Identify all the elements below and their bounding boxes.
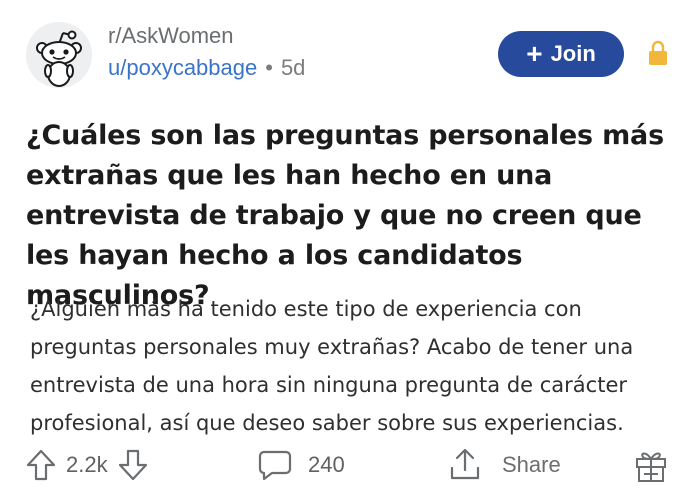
username-link[interactable]: u/poxycabbage [108, 54, 257, 82]
post-age: 5d [280, 55, 306, 80]
share-button[interactable]: Share [448, 440, 561, 490]
post-meta: r/AskWomen u/poxycabbage • 5d [108, 22, 305, 82]
share-icon [448, 448, 482, 482]
subreddit-avatar[interactable] [26, 22, 92, 88]
subreddit-link[interactable]: r/AskWomen [108, 22, 305, 50]
vote-group: 2.2k [26, 440, 148, 490]
reddit-snoo-icon [26, 22, 92, 88]
plus-icon: + [526, 38, 543, 69]
comments-button[interactable]: 240 [258, 440, 355, 490]
lock-icon [649, 40, 667, 65]
post-header: r/AskWomen u/poxycabbage • 5d + Join [0, 0, 700, 96]
comment-icon [258, 449, 292, 481]
vote-count: 2.2k [66, 452, 108, 477]
post-body: ¿Alguien más ha tenido este tipo de expe… [30, 297, 634, 435]
gift-icon [634, 447, 668, 483]
upvote-icon[interactable] [26, 449, 56, 481]
author-line: u/poxycabbage • 5d [108, 54, 305, 82]
post-title[interactable]: ¿Cuáles son las preguntas personales más… [26, 116, 676, 316]
join-label: Join [550, 41, 596, 66]
comment-count: 240 [308, 452, 345, 477]
downvote-icon[interactable] [118, 449, 148, 481]
award-button[interactable] [634, 440, 668, 490]
action-bar: 2.2k 240 Share [0, 440, 700, 490]
join-button[interactable]: + Join [498, 31, 624, 77]
separator-dot: • [265, 55, 273, 80]
share-label: Share [502, 452, 561, 477]
